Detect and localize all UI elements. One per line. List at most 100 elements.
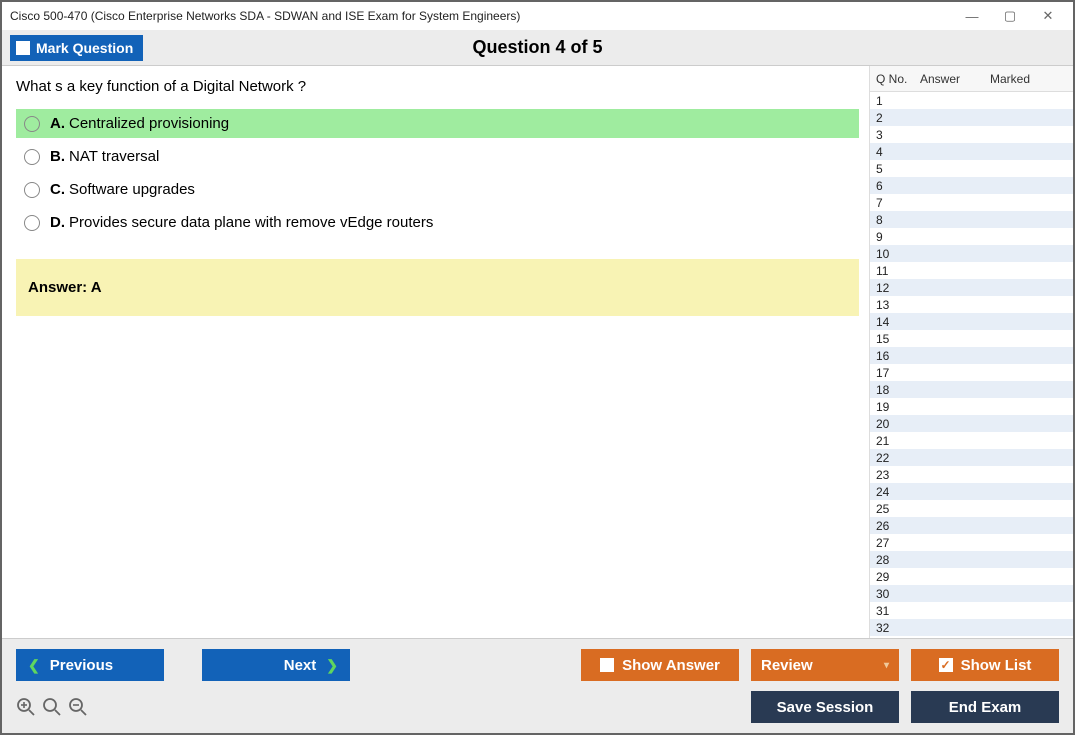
mark-question-label: Mark Question — [36, 40, 133, 56]
question-panel: What s a key function of a Digital Netwo… — [2, 66, 869, 638]
checkbox-checked-icon — [939, 658, 953, 672]
question-number: 31 — [876, 604, 920, 618]
list-item[interactable]: 32 — [870, 619, 1073, 636]
option-text: Provides secure data plane with remove v… — [69, 214, 433, 231]
body: What s a key function of a Digital Netwo… — [2, 66, 1073, 638]
question-text: What s a key function of a Digital Netwo… — [16, 78, 859, 95]
question-number: 17 — [876, 366, 920, 380]
radio-icon[interactable] — [24, 215, 40, 231]
list-item[interactable]: 11 — [870, 262, 1073, 279]
end-exam-button[interactable]: End Exam — [911, 691, 1059, 723]
question-list-panel: Q No. Answer Marked 12345678910111213141… — [869, 66, 1073, 638]
question-number: 27 — [876, 536, 920, 550]
close-icon[interactable]: ✕ — [1031, 4, 1065, 28]
list-item[interactable]: 4 — [870, 143, 1073, 160]
list-item[interactable]: 3 — [870, 126, 1073, 143]
answer-box: Answer: A — [16, 259, 859, 316]
question-number: 12 — [876, 281, 920, 295]
option-row[interactable]: A. Centralized provisioning — [16, 109, 859, 138]
list-item[interactable]: 21 — [870, 432, 1073, 449]
option-text: NAT traversal — [69, 148, 159, 165]
list-item[interactable]: 12 — [870, 279, 1073, 296]
question-number: 23 — [876, 468, 920, 482]
zoom-out-icon[interactable] — [68, 697, 88, 717]
option-row[interactable]: C. Software upgrades — [16, 175, 859, 204]
option-letter: B. — [50, 148, 65, 165]
list-item[interactable]: 5 — [870, 160, 1073, 177]
radio-icon[interactable] — [24, 149, 40, 165]
list-item[interactable]: 16 — [870, 347, 1073, 364]
mark-question-button[interactable]: Mark Question — [10, 35, 143, 61]
next-button[interactable]: Next ❯ — [202, 649, 350, 681]
minimize-icon[interactable]: — — [955, 4, 989, 28]
list-item[interactable]: 28 — [870, 551, 1073, 568]
option-row[interactable]: D. Provides secure data plane with remov… — [16, 208, 859, 237]
question-number: 28 — [876, 553, 920, 567]
review-button[interactable]: Review ▾ — [751, 649, 899, 681]
list-item[interactable]: 17 — [870, 364, 1073, 381]
list-item[interactable]: 18 — [870, 381, 1073, 398]
show-list-button[interactable]: Show List — [911, 649, 1059, 681]
chevron-right-icon: ❯ — [326, 657, 338, 674]
zoom-reset-icon[interactable] — [42, 697, 62, 717]
question-number: 29 — [876, 570, 920, 584]
list-item[interactable]: 9 — [870, 228, 1073, 245]
radio-icon[interactable] — [24, 182, 40, 198]
option-letter: C. — [50, 181, 65, 198]
list-item[interactable]: 13 — [870, 296, 1073, 313]
radio-icon[interactable] — [24, 116, 40, 132]
list-item[interactable]: 23 — [870, 466, 1073, 483]
list-item[interactable]: 1 — [870, 92, 1073, 109]
question-number: 19 — [876, 400, 920, 414]
question-number: 25 — [876, 502, 920, 516]
option-letter: A. — [50, 115, 65, 132]
list-item[interactable]: 10 — [870, 245, 1073, 262]
previous-label: Previous — [50, 657, 113, 674]
question-number: 8 — [876, 213, 920, 227]
col-qno: Q No. — [876, 72, 920, 86]
save-session-button[interactable]: Save Session — [751, 691, 899, 723]
list-item[interactable]: 14 — [870, 313, 1073, 330]
list-item[interactable]: 30 — [870, 585, 1073, 602]
previous-button[interactable]: ❮ Previous — [16, 649, 164, 681]
list-item[interactable]: 29 — [870, 568, 1073, 585]
zoom-in-icon[interactable] — [16, 697, 36, 717]
next-label: Next — [284, 657, 317, 674]
col-marked: Marked — [990, 72, 1073, 86]
question-number: 1 — [876, 94, 920, 108]
list-item[interactable]: 24 — [870, 483, 1073, 500]
question-number: 13 — [876, 298, 920, 312]
list-item[interactable]: 7 — [870, 194, 1073, 211]
save-session-label: Save Session — [777, 699, 874, 716]
list-item[interactable]: 26 — [870, 517, 1073, 534]
list-item[interactable]: 8 — [870, 211, 1073, 228]
option-row[interactable]: B. NAT traversal — [16, 142, 859, 171]
question-number: 15 — [876, 332, 920, 346]
list-item[interactable]: 31 — [870, 602, 1073, 619]
show-answer-button[interactable]: Show Answer — [581, 649, 739, 681]
list-item[interactable]: 33 — [870, 636, 1073, 638]
list-item[interactable]: 27 — [870, 534, 1073, 551]
question-number: 7 — [876, 196, 920, 210]
footer: ❮ Previous Next ❯ Show Answer Review ▾ S… — [2, 638, 1073, 733]
question-number: 33 — [876, 638, 920, 639]
question-number: 3 — [876, 128, 920, 142]
maximize-icon[interactable]: ▢ — [993, 4, 1027, 28]
question-number: 5 — [876, 162, 920, 176]
list-item[interactable]: 20 — [870, 415, 1073, 432]
question-number: 4 — [876, 145, 920, 159]
col-answer: Answer — [920, 72, 990, 86]
list-item[interactable]: 15 — [870, 330, 1073, 347]
list-item[interactable]: 25 — [870, 500, 1073, 517]
checkbox-icon — [600, 658, 614, 672]
option-text: Software upgrades — [69, 181, 195, 198]
list-item[interactable]: 22 — [870, 449, 1073, 466]
question-number: 22 — [876, 451, 920, 465]
question-list-scroll[interactable]: 1234567891011121314151617181920212223242… — [870, 92, 1073, 638]
question-number: 32 — [876, 621, 920, 635]
list-item[interactable]: 19 — [870, 398, 1073, 415]
review-label: Review — [761, 657, 813, 674]
list-item[interactable]: 2 — [870, 109, 1073, 126]
question-number: 2 — [876, 111, 920, 125]
list-item[interactable]: 6 — [870, 177, 1073, 194]
